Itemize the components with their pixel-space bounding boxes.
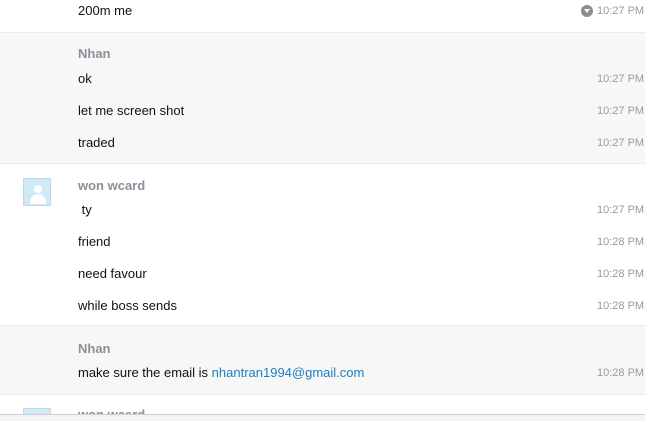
scroll-area-bottom (0, 415, 645, 421)
message-timestamp: 10:27 PM (597, 204, 645, 216)
message-text: 200m me (78, 3, 133, 18)
message-timestamp: 10:27 PM (597, 5, 645, 17)
message-text: traded (78, 135, 115, 150)
message-text: while boss sends (78, 298, 177, 313)
avatar-body-icon (30, 194, 46, 204)
message-timestamp: 10:28 PM (597, 236, 645, 248)
message-group: won wcard ty 10:27 PM friend 10:28 PM ne… (0, 163, 645, 325)
message-group: 200m me 10:27 PM (0, 0, 645, 32)
message-group: Nhan make sure the email is nhantran1994… (0, 325, 645, 394)
message-text-prefix: make sure the email is (78, 365, 212, 380)
avatar-head-icon (34, 185, 42, 193)
message-text: ty (78, 202, 92, 217)
message-timestamp: 10:28 PM (597, 268, 645, 280)
message-group: Nhan ok 10:27 PM let me screen shot 10:2… (0, 32, 645, 163)
message-text: ok (78, 71, 92, 86)
email-link[interactable]: nhantran1994@gmail.com (212, 365, 365, 380)
sender-name[interactable]: won wcard (78, 178, 145, 193)
message-text: make sure the email is nhantran1994@gmai… (78, 365, 364, 380)
message-timestamp: 10:28 PM (597, 367, 645, 379)
message-text: need favour (78, 266, 147, 281)
message-timestamp: 10:28 PM (597, 300, 645, 312)
message-timestamp: 10:27 PM (597, 137, 645, 149)
chat-transcript: 200m me 10:27 PM Nhan ok 10:27 PM let me… (0, 0, 645, 421)
message-timestamp: 10:27 PM (597, 73, 645, 85)
clock-icon[interactable] (581, 5, 593, 17)
avatar[interactable] (23, 178, 51, 206)
message-timestamp: 10:27 PM (597, 105, 645, 117)
message-text: friend (78, 234, 111, 249)
sender-name[interactable]: Nhan (78, 341, 111, 356)
message-text: let me screen shot (78, 103, 185, 118)
sender-name[interactable]: Nhan (78, 46, 111, 61)
